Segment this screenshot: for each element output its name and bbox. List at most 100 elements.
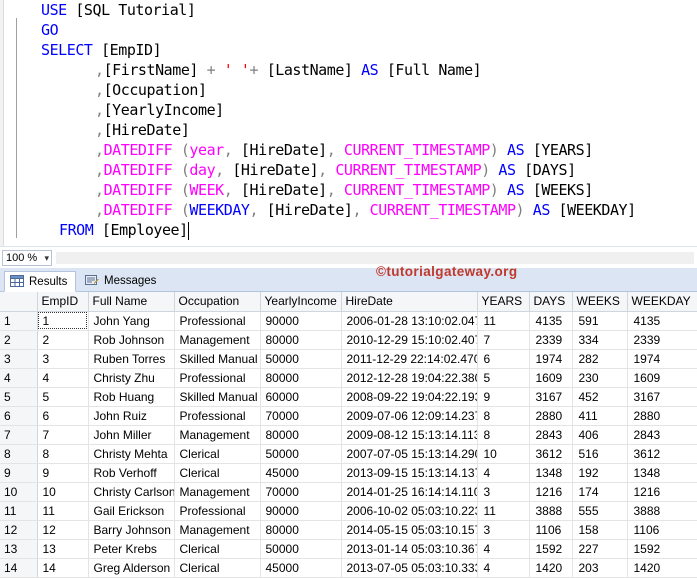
table-cell[interactable]: 14	[37, 558, 89, 578]
row-number[interactable]: 13	[0, 539, 38, 559]
table-row[interactable]: 8 8 Christy Mehta Clerical 50000 2007-07-05 1…	[0, 444, 697, 464]
tab-results[interactable]: Results	[4, 271, 76, 292]
horizontal-scrollbar[interactable]	[56, 252, 694, 264]
table-row[interactable]: 2 2 Rob Johnson Management 80000 2010-12-29 1…	[0, 330, 697, 350]
table-cell[interactable]: 5	[477, 368, 530, 388]
table-cell[interactable]: Professional	[174, 311, 261, 331]
table-row[interactable]: 13 13 Peter Krebs Clerical 50000 2013-01-14 0…	[0, 539, 697, 559]
table-cell[interactable]: 1216	[529, 482, 573, 502]
table-cell[interactable]: Clerical	[174, 558, 261, 578]
row-number[interactable]: 14	[0, 558, 38, 578]
column-header[interactable]: YEARS	[477, 292, 530, 312]
table-cell[interactable]: 50000	[260, 539, 342, 559]
table-cell[interactable]: 158	[572, 520, 628, 540]
table-cell[interactable]: Management	[174, 330, 261, 350]
table-cell[interactable]: 2009-08-12 15:13:14.113	[341, 425, 478, 445]
zoom-dropdown[interactable]: 100 % ▾	[2, 250, 52, 266]
table-cell[interactable]: Christy Mehta	[88, 444, 175, 464]
row-number[interactable]: 11	[0, 501, 38, 521]
table-cell[interactable]: 10	[37, 482, 89, 502]
table-cell[interactable]: 1	[37, 311, 89, 331]
table-cell[interactable]: 80000	[260, 330, 342, 350]
table-cell[interactable]: 1216	[627, 482, 697, 502]
table-cell[interactable]: 11	[477, 501, 530, 521]
table-row[interactable]: 5 5 Rob Huang Skilled Manual 60000 2008-09-22…	[0, 387, 697, 407]
table-cell[interactable]: 50000	[260, 349, 342, 369]
table-cell[interactable]: 2013-07-05 05:03:10.333	[341, 558, 478, 578]
table-cell[interactable]: Professional	[174, 406, 261, 426]
table-cell[interactable]: 80000	[260, 425, 342, 445]
table-cell[interactable]: Gail Erickson	[88, 501, 175, 521]
table-cell[interactable]: Peter Krebs	[88, 539, 175, 559]
table-cell[interactable]: 452	[572, 387, 628, 407]
row-number[interactable]: 6	[0, 406, 38, 426]
table-cell[interactable]: 1106	[627, 520, 697, 540]
table-cell[interactable]: 80000	[260, 520, 342, 540]
table-cell[interactable]: 2013-01-14 05:03:10.367	[341, 539, 478, 559]
table-cell[interactable]: 406	[572, 425, 628, 445]
table-cell[interactable]: Management	[174, 482, 261, 502]
table-cell[interactable]: 8	[477, 425, 530, 445]
table-cell[interactable]: John Ruiz	[88, 406, 175, 426]
table-cell[interactable]: 2843	[627, 425, 697, 445]
table-cell[interactable]: 174	[572, 482, 628, 502]
table-cell[interactable]: 282	[572, 349, 628, 369]
table-cell[interactable]: 411	[572, 406, 628, 426]
table-cell[interactable]: 1348	[529, 463, 573, 483]
table-cell[interactable]: 4	[37, 368, 89, 388]
table-cell[interactable]: 555	[572, 501, 628, 521]
table-cell[interactable]: 2010-12-29 15:10:02.407	[341, 330, 478, 350]
table-cell[interactable]: 7	[477, 330, 530, 350]
table-cell[interactable]: Professional	[174, 368, 261, 388]
table-cell[interactable]: 192	[572, 463, 628, 483]
table-cell[interactable]: 12	[37, 520, 89, 540]
table-cell[interactable]: Clerical	[174, 444, 261, 464]
table-cell[interactable]: 5	[37, 387, 89, 407]
row-number[interactable]: 8	[0, 444, 38, 464]
table-cell[interactable]: 70000	[260, 406, 342, 426]
table-cell[interactable]: 334	[572, 330, 628, 350]
column-header[interactable]: WEEKS	[572, 292, 628, 312]
table-cell[interactable]: 4135	[529, 311, 573, 331]
table-cell[interactable]: 2014-01-25 16:14:14.110	[341, 482, 478, 502]
table-row[interactable]: 1 1 John Yang Professional 90000 2006-01-28 1…	[0, 311, 697, 331]
row-number[interactable]: 9	[0, 463, 38, 483]
column-header[interactable]: EmpID	[37, 292, 89, 312]
table-cell[interactable]: 11	[477, 311, 530, 331]
table-cell[interactable]: 90000	[260, 311, 342, 331]
table-cell[interactable]: 1974	[529, 349, 573, 369]
table-cell[interactable]: 3167	[627, 387, 697, 407]
table-cell[interactable]: 2008-09-22 19:04:22.193	[341, 387, 478, 407]
table-row[interactable]: 4 4 Christy Zhu Professional 80000 2012-12-28…	[0, 368, 697, 388]
table-cell[interactable]: 7	[37, 425, 89, 445]
table-cell[interactable]: 80000	[260, 368, 342, 388]
table-cell[interactable]: 6	[37, 406, 89, 426]
row-number[interactable]: 12	[0, 520, 38, 540]
tab-messages[interactable]: Messages	[80, 271, 158, 292]
row-number[interactable]: 1	[0, 311, 38, 331]
table-cell[interactable]: 9	[37, 463, 89, 483]
table-cell[interactable]: 1420	[627, 558, 697, 578]
sql-editor[interactable]: USE [SQL Tutorial] GO SELECT [EmpID] ,[Firs…	[0, 0, 697, 246]
row-number[interactable]: 5	[0, 387, 38, 407]
table-cell[interactable]: 2339	[627, 330, 697, 350]
table-row[interactable]: 11 11 Gail Erickson Professional 90000 2006-1…	[0, 501, 697, 521]
table-cell[interactable]: 1609	[529, 368, 573, 388]
table-cell[interactable]: Management	[174, 425, 261, 445]
table-cell[interactable]: 8	[37, 444, 89, 464]
table-cell[interactable]: 2011-12-29 22:14:02.470	[341, 349, 478, 369]
table-cell[interactable]: 1348	[627, 463, 697, 483]
table-cell[interactable]: 1420	[529, 558, 573, 578]
table-cell[interactable]: Skilled Manual	[174, 349, 261, 369]
table-cell[interactable]: 2012-12-28 19:04:22.380	[341, 368, 478, 388]
table-cell[interactable]: 3167	[529, 387, 573, 407]
table-cell[interactable]: 230	[572, 368, 628, 388]
table-cell[interactable]: 1106	[529, 520, 573, 540]
table-row[interactable]: 12 12 Barry Johnson Management 80000 2014-05-…	[0, 520, 697, 540]
table-cell[interactable]: 45000	[260, 558, 342, 578]
table-cell[interactable]: 13	[37, 539, 89, 559]
table-cell[interactable]: Ruben Torres	[88, 349, 175, 369]
table-cell[interactable]: Rob Verhoff	[88, 463, 175, 483]
table-cell[interactable]: 2	[37, 330, 89, 350]
table-cell[interactable]: 1609	[627, 368, 697, 388]
